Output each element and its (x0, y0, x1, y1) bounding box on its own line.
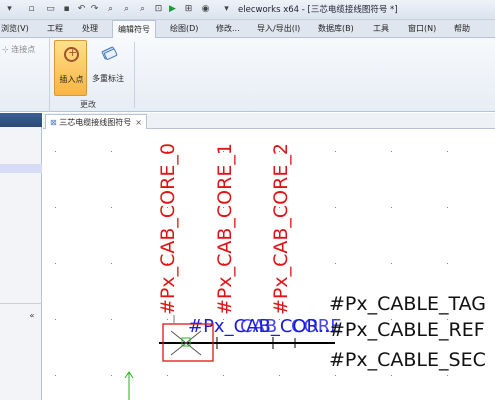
new-icon[interactable]: ▫ (25, 3, 38, 16)
close-icon[interactable]: × (135, 118, 142, 127)
ribbon-tab-bar: 浏览(V) 工程 处理 编辑符号 绘图(D) 修改... 导入/导出(I) 数据… (0, 20, 495, 39)
multi-mark-icon (101, 46, 118, 60)
left-panel-header (0, 113, 42, 127)
tab-database[interactable]: 数据库(B) (318, 23, 354, 34)
connection-point-icon: ⊹ (2, 45, 12, 54)
ribbon-group-separator (134, 42, 135, 108)
document-tab[interactable]: ⊠ 三芯电缆接线图符号 × (45, 114, 147, 129)
window-title: elecworks x64 - [三芯电缆接线图符号 *] (238, 5, 398, 15)
document-tab-bar: ⊠ 三芯电缆接线图符号 × (43, 113, 495, 129)
tab-tools[interactable]: 工具 (373, 23, 389, 34)
ribbon-group-label: 更改 (80, 100, 96, 109)
tab-browse[interactable]: 浏览(V) (1, 23, 29, 34)
run-icon[interactable]: ▶ (166, 3, 179, 16)
settings-icon[interactable]: ⊞ (182, 3, 195, 16)
tab-modify[interactable]: 修改... (216, 23, 240, 34)
redo-icon[interactable]: ↷ (88, 3, 101, 16)
insert-point-icon (64, 46, 79, 62)
save-icon[interactable]: ▪ (60, 3, 73, 16)
left-panel-selected-item[interactable] (0, 164, 42, 173)
undo-icon[interactable]: ↶ (75, 3, 88, 16)
tab-project[interactable]: 工程 (47, 23, 63, 34)
drawing-canvas[interactable]: #Px_CAB_CORE_0 #Px_CAB_CORE_1 #Px_CAB_CO… (43, 129, 495, 400)
tab-import-export[interactable]: 导入/导出(I) (257, 23, 300, 34)
tab-window[interactable]: 窗口(N) (408, 23, 436, 34)
zoom-icon[interactable]: ⌕ (104, 3, 117, 16)
ribbon-left-group: ⊹ 连接点 (0, 38, 50, 112)
tab-edit-symbol[interactable]: 编辑符号 (112, 20, 156, 39)
zoom-window-icon[interactable]: ⌕ (120, 3, 133, 16)
connection-point-button[interactable]: ⊹ 连接点 (2, 44, 35, 55)
collapse-icon[interactable]: « (27, 311, 37, 321)
insert-point-button[interactable]: 插入点 (54, 40, 87, 96)
left-side-panel: « (0, 113, 42, 400)
left-panel-divider (0, 303, 42, 304)
app-window: ▾ ▫ ▭ ▪ ↶ ↷ ⌕ ⌕ ⌕ ⊡ ▶ ⊞ ◉ ▾ elecworks x6… (0, 0, 495, 400)
title-bar: ▾ ▫ ▭ ▪ ↶ ↷ ⌕ ⌕ ⌕ ⊡ ▶ ⊞ ◉ ▾ elecworks x6… (0, 0, 495, 20)
cable-symbol-graphic (124, 315, 335, 400)
insert-point-label: 插入点 (59, 75, 84, 84)
zoom-all-icon[interactable]: ⌕ (136, 3, 149, 16)
app-menu-icon[interactable]: ▾ (3, 3, 16, 16)
pan-icon[interactable]: ⊡ (152, 3, 165, 16)
document-tab-label: 三芯电缆接线图符号 (59, 118, 132, 127)
tab-help[interactable]: 帮助 (454, 23, 470, 34)
open-icon[interactable]: ▭ (44, 3, 57, 16)
multi-mark-label: 多重标注 (92, 74, 124, 83)
help-icon[interactable]: ◉ (199, 3, 212, 16)
window-dropdown-icon[interactable]: ▾ (220, 3, 233, 16)
tab-process[interactable]: 处理 (82, 23, 98, 34)
document-icon: ⊠ (50, 118, 60, 127)
multi-mark-button[interactable]: 多重标注 (88, 40, 128, 96)
connection-point-label: 连接点 (11, 45, 36, 54)
ribbon-panel: ⊹ 连接点 插入点 多重标注 更改 (0, 38, 495, 112)
tab-draw[interactable]: 绘图(D) (170, 23, 198, 34)
